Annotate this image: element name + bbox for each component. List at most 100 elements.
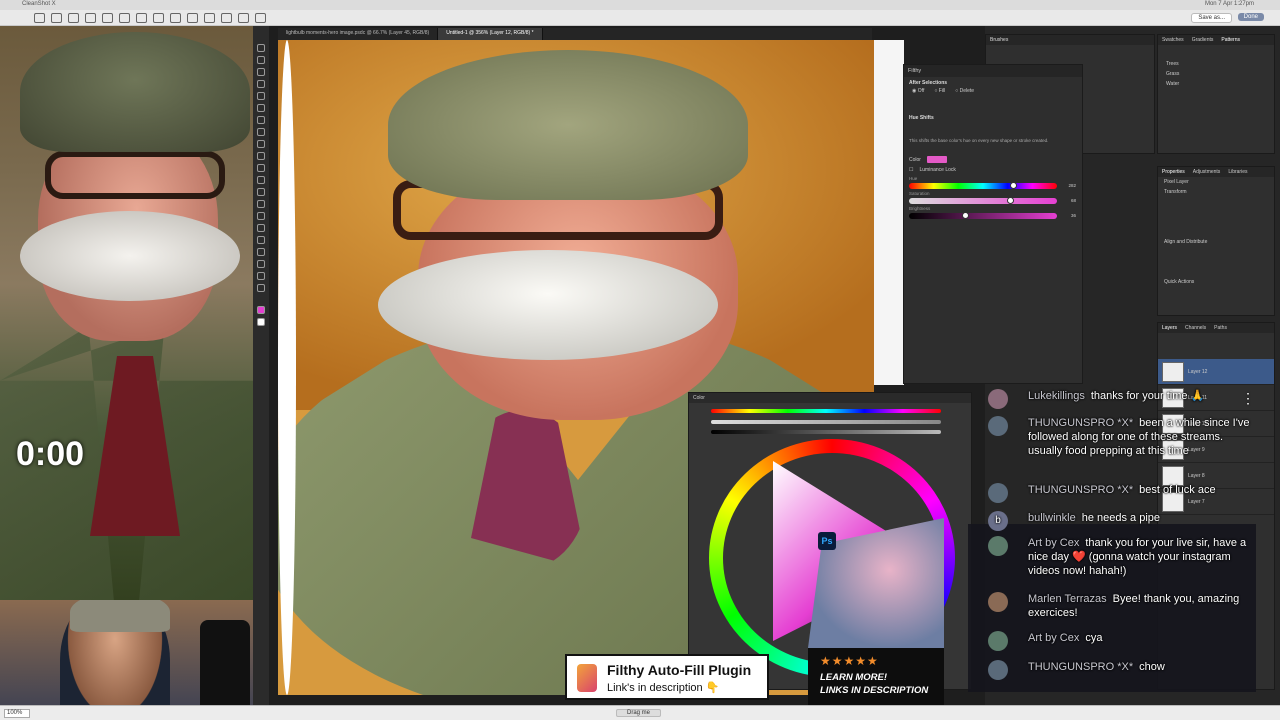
tab-channels[interactable]: Channels bbox=[1185, 325, 1206, 331]
rectangle-tool-icon[interactable] bbox=[102, 13, 113, 23]
menu-bar bbox=[0, 0, 1280, 10]
dodge-tool-icon[interactable] bbox=[257, 212, 265, 220]
image-tool-icon[interactable] bbox=[68, 13, 79, 23]
frame-tool-icon[interactable] bbox=[257, 104, 265, 112]
move-tool-icon[interactable] bbox=[257, 44, 265, 52]
brush-tool-icon[interactable] bbox=[257, 140, 265, 148]
lasso-tool-icon[interactable] bbox=[257, 68, 265, 76]
highlighter-tool-icon[interactable] bbox=[238, 13, 249, 23]
stamp-tool-icon[interactable] bbox=[257, 152, 265, 160]
crop-tool-icon[interactable] bbox=[257, 92, 265, 100]
saturation-bar[interactable] bbox=[711, 420, 941, 424]
chat-author: THUNGUNSPRO *X* bbox=[1028, 417, 1134, 429]
plugin-banner[interactable]: Filthy Auto-Fill Plugin Link's in descri… bbox=[565, 654, 769, 700]
background-color-swatch[interactable] bbox=[257, 318, 265, 326]
transform-section[interactable]: Transform bbox=[1158, 187, 1274, 197]
tab-gradients[interactable]: Gradients bbox=[1192, 37, 1214, 43]
pointer-tool-icon[interactable] bbox=[85, 13, 96, 23]
crop-tool-icon[interactable] bbox=[34, 13, 45, 23]
option-off-radio[interactable]: ◉ Off bbox=[912, 88, 924, 94]
pixelate-tool-icon[interactable] bbox=[51, 13, 62, 23]
arrow-tool-icon[interactable] bbox=[170, 13, 181, 23]
course-promo[interactable]: Ps ★★★★★ LEARN MORE! LINKS IN DESCRIPTIO… bbox=[808, 518, 944, 706]
save-as-button[interactable]: Save as... bbox=[1191, 13, 1232, 23]
hue-value: 282 bbox=[1068, 183, 1076, 188]
filthy-logo-icon bbox=[577, 664, 597, 692]
tab-layers[interactable]: Layers bbox=[1162, 325, 1177, 331]
chat-text: best of luck ace bbox=[1139, 484, 1216, 496]
base-color-swatch[interactable] bbox=[926, 156, 947, 163]
eyedropper-tool-icon[interactable] bbox=[257, 116, 265, 124]
pencil-tool-icon[interactable] bbox=[255, 13, 266, 23]
chat-author: bullwinkle bbox=[1028, 512, 1076, 524]
luminance-lock-row[interactable]: ☐ Luminance Lock bbox=[904, 165, 1082, 175]
zoom-field[interactable]: 100% bbox=[4, 709, 30, 718]
saturation-slider[interactable] bbox=[909, 197, 1057, 204]
ellipse-tool-icon[interactable] bbox=[136, 13, 147, 23]
hue-bar[interactable] bbox=[711, 409, 941, 413]
live-chat: Lukekillings thanks for your time 🙏 THUNG… bbox=[988, 385, 1258, 690]
hue-label: Hue bbox=[909, 176, 918, 181]
counter-tool-icon[interactable] bbox=[204, 13, 215, 23]
tab-patterns[interactable]: Patterns bbox=[1221, 37, 1240, 43]
luminance-lock-checkbox[interactable]: ☐ bbox=[909, 167, 913, 173]
marquee-tool-icon[interactable] bbox=[257, 56, 265, 64]
chat-message: Art by Cex cya bbox=[988, 631, 1250, 651]
painted-moustache bbox=[378, 250, 718, 360]
text-tool-icon[interactable] bbox=[187, 13, 198, 23]
document-tabs: lightbulb moments-hero image.psdc @ 66.7… bbox=[278, 28, 872, 40]
quick-actions-section[interactable]: Quick Actions bbox=[1158, 277, 1274, 287]
option-delete-radio[interactable]: ○ Delete bbox=[955, 88, 974, 94]
more-options-icon[interactable]: ⋮ bbox=[1241, 390, 1255, 407]
zoom-tool-icon[interactable] bbox=[257, 284, 265, 292]
healing-tool-icon[interactable] bbox=[257, 128, 265, 136]
done-button[interactable]: Done bbox=[1237, 13, 1264, 21]
history-brush-tool-icon[interactable] bbox=[257, 164, 265, 172]
hand-tool-icon[interactable] bbox=[257, 272, 265, 280]
type-tool-icon[interactable] bbox=[257, 236, 265, 244]
pen-tool-icon[interactable] bbox=[257, 224, 265, 232]
tab-swatches[interactable]: Swatches bbox=[1162, 37, 1184, 43]
chat-author: THUNGUNSPRO *X* bbox=[1028, 484, 1134, 496]
plugin-banner-subtitle: Link's in description 👇 bbox=[607, 682, 720, 694]
saturation-slider-knob[interactable] bbox=[1007, 197, 1014, 204]
tab-lightbulb-moments[interactable]: lightbulb moments-hero image.psdc @ 66.7… bbox=[278, 28, 439, 40]
option-off-label: Off bbox=[917, 88, 925, 94]
avatar bbox=[988, 660, 1008, 680]
tab-properties[interactable]: Properties bbox=[1162, 169, 1185, 175]
pattern-group-grass[interactable]: Grass bbox=[1158, 69, 1274, 79]
filled-rectangle-tool-icon[interactable] bbox=[119, 13, 130, 23]
path-select-tool-icon[interactable] bbox=[257, 248, 265, 256]
drag-handle[interactable]: Drag me bbox=[616, 709, 662, 717]
hue-shifts-heading[interactable]: Hue Shifts bbox=[904, 112, 1082, 121]
after-selections-heading[interactable]: After Selections bbox=[904, 77, 1082, 86]
reference-cap bbox=[20, 32, 250, 152]
brightness-bar[interactable] bbox=[711, 430, 941, 434]
tab-adjustments[interactable]: Adjustments bbox=[1193, 169, 1221, 175]
eraser-tool-icon[interactable] bbox=[257, 176, 265, 184]
layer-row[interactable]: Layer 12 bbox=[1158, 359, 1274, 385]
tab-untitled-1[interactable]: Untitled-1 @ 356% (Layer 12, RGB/8) * bbox=[438, 28, 543, 40]
tab-libraries[interactable]: Libraries bbox=[1228, 169, 1247, 175]
chat-author: Marlen Terrazas bbox=[1028, 593, 1107, 605]
foreground-color-swatch[interactable] bbox=[257, 306, 265, 314]
line-tool-icon[interactable] bbox=[153, 13, 164, 23]
hue-slider[interactable] bbox=[909, 182, 1057, 189]
option-delete-label: Delete bbox=[959, 88, 975, 94]
hue-slider-knob[interactable] bbox=[1010, 182, 1017, 189]
option-fill-radio[interactable]: ○ Fill bbox=[934, 88, 945, 94]
brightness-slider[interactable] bbox=[909, 212, 1057, 219]
brightness-slider-knob[interactable] bbox=[962, 212, 969, 219]
gradient-tool-icon[interactable] bbox=[257, 188, 265, 196]
object-select-tool-icon[interactable] bbox=[257, 80, 265, 88]
tab-paths[interactable]: Paths bbox=[1214, 325, 1227, 331]
pattern-group-water[interactable]: Water bbox=[1158, 79, 1274, 89]
chat-author: Art by Cex bbox=[1028, 632, 1080, 644]
blur-tool-icon[interactable] bbox=[221, 13, 232, 23]
avatar bbox=[988, 592, 1008, 612]
align-section[interactable]: Align and Distribute bbox=[1158, 237, 1274, 247]
streamer-cap bbox=[70, 600, 170, 632]
shape-tool-icon[interactable] bbox=[257, 260, 265, 268]
blur-tool-icon[interactable] bbox=[257, 200, 265, 208]
pattern-group-trees[interactable]: Trees bbox=[1158, 59, 1274, 69]
